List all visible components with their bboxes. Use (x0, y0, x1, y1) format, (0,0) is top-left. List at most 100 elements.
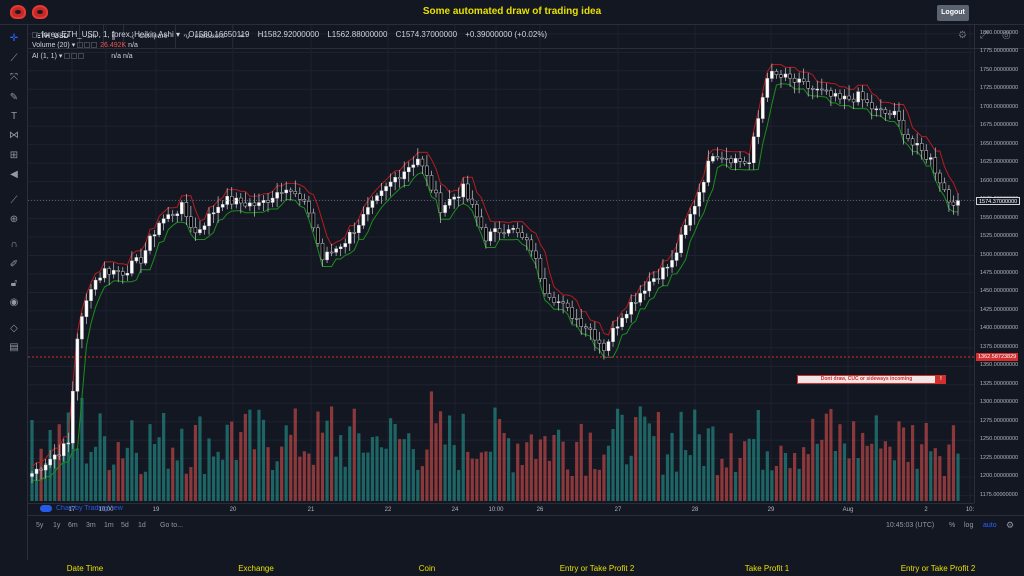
candle-body (329, 251, 334, 254)
current-price-tag: 1574.37000000 (976, 196, 1021, 205)
percent-toggle[interactable]: % (949, 522, 955, 529)
pattern-icon[interactable]: ⋈ (7, 129, 21, 143)
footer-date-time: Date Time (66, 564, 104, 573)
lock-icon[interactable]: 🔓︎ (7, 277, 21, 291)
volume-bar (911, 425, 915, 501)
volume-bar (888, 446, 892, 501)
alert-badge[interactable]: ! (936, 375, 946, 384)
layers-icon[interactable]: ◇ (7, 322, 21, 336)
price-tick-label: 1525.00000000 (980, 233, 1019, 240)
zoom-in-icon[interactable]: ⊕ (7, 213, 21, 227)
volume-bar (325, 420, 329, 501)
candle-body (915, 143, 919, 146)
crosshair-icon[interactable]: ✛ (7, 32, 21, 46)
candle-body (511, 227, 515, 230)
candle-body (951, 201, 956, 206)
range-5d[interactable]: 5d (121, 522, 129, 529)
range-1d[interactable]: 1d (138, 522, 146, 529)
goto-button[interactable]: Go to... (160, 522, 183, 529)
prediction-icon[interactable]: ⊞ (7, 149, 21, 163)
study-remove-icon[interactable] (91, 42, 98, 49)
volume-bar (656, 412, 661, 501)
fib-tool-icon[interactable]: ⤧ (7, 71, 21, 85)
study-remove-icon[interactable] (78, 53, 85, 60)
range-1m[interactable]: 1m (104, 522, 114, 529)
candle-body (506, 229, 511, 234)
volume-bar (429, 391, 434, 501)
price-tick-label: 1775.00000000 (980, 48, 1019, 55)
candle-body (792, 77, 797, 83)
study-visibility-icon[interactable] (77, 42, 84, 49)
footer-bar: Date Time Exchange Coin Entry or Take Pr… (0, 560, 1024, 576)
candle-body (39, 468, 43, 471)
volume-bar (615, 408, 620, 501)
gear-icon[interactable]: ⚙ (1006, 520, 1014, 531)
volume-bar (121, 458, 125, 501)
candle-body (538, 257, 543, 279)
chart-pane[interactable] (28, 25, 974, 503)
ai-label[interactable]: AI (1, 1) (32, 53, 57, 60)
ruler-icon[interactable]: ⟋ (7, 194, 21, 208)
volume-bar (370, 437, 375, 501)
trendline-icon[interactable]: ⟋ (7, 52, 21, 66)
candle-body (429, 175, 434, 191)
price-tick-label: 1750.00000000 (980, 66, 1019, 73)
drawing-toolbar: ✛ ⟋ ⤧ ✎ T ⋈ ⊞ ◀ ⟋ ⊕ ∩ ✐ 🔓︎ ◉ ◇ ▤ (0, 25, 28, 561)
price-chart[interactable] (28, 25, 974, 503)
price-tick-label: 1425.00000000 (980, 306, 1019, 313)
volume-bar (561, 441, 565, 501)
volume-label[interactable]: Volume (20) (32, 42, 70, 49)
magnet-icon[interactable]: ∩ (7, 238, 21, 252)
candle-body (98, 277, 102, 281)
volume-bar (484, 451, 488, 501)
volume-bar (252, 449, 257, 501)
series-menu-icon[interactable]: ▾ (176, 30, 180, 39)
study-settings-icon[interactable] (71, 53, 78, 60)
text-tool-icon[interactable]: T (7, 110, 21, 124)
price-axis[interactable]: 1800.00000000 1775.00000000 1750.00000000 1… (974, 25, 1024, 503)
study-visibility-icon[interactable] (64, 53, 71, 60)
auto-toggle[interactable]: auto (983, 522, 997, 529)
volume-bar (57, 424, 61, 501)
volume-bar (520, 465, 524, 501)
back-arrow-icon[interactable]: ◀ (7, 168, 21, 182)
range-6m[interactable]: 6m (68, 522, 78, 529)
volume-bar (148, 424, 152, 501)
upper-band-line (31, 64, 959, 468)
candle-body (384, 186, 388, 192)
volume-bar (366, 452, 370, 501)
candle-body (184, 202, 189, 217)
alert-price-tag[interactable]: 1362.58723829 (976, 353, 1019, 362)
range-1y[interactable]: 1y (53, 522, 60, 529)
study-menu-icon[interactable]: ▾ (72, 42, 76, 49)
alert-label[interactable]: Dont draw, CUC or sideways incoming (797, 375, 936, 384)
candle-body (942, 182, 947, 190)
time-axis[interactable]: 17 10:00 19 20 21 22 24 10:00 26 27 28 29 Aug 2 10: (28, 503, 974, 515)
volume-bar (802, 447, 806, 501)
range-3m[interactable]: 3m (86, 522, 96, 529)
candle-body (810, 88, 815, 90)
candle-body (107, 268, 111, 275)
range-5y[interactable]: 5y (36, 522, 43, 529)
study-menu-icon[interactable]: ▾ (59, 53, 63, 60)
log-toggle[interactable]: log (964, 522, 973, 529)
clock[interactable]: 10:45:03 (UTC) (886, 522, 934, 529)
candle-body (788, 73, 792, 79)
study-settings-icon[interactable] (84, 42, 91, 49)
volume-bar (379, 447, 384, 501)
ai-value-2: n/a (122, 53, 133, 60)
candle-body (157, 222, 161, 235)
series-visibility-icon[interactable] (32, 31, 38, 38)
series-title[interactable]: forex:ETH_USD, 1, forex, Heikin Ashi (41, 30, 174, 39)
candle-body (121, 271, 125, 276)
logout-button[interactable]: Logout (937, 5, 969, 21)
trash-icon[interactable]: ▤ (7, 341, 21, 355)
brush-icon[interactable]: ✎ (7, 91, 21, 105)
eye-icon[interactable]: ◉ (7, 296, 21, 310)
time-tick-label: 24 (451, 507, 459, 513)
volume-bar (738, 458, 742, 501)
volume-bar (225, 424, 229, 501)
candle-body (66, 442, 71, 445)
lock-drawing-icon[interactable]: ✐ (7, 258, 21, 272)
volume-bar (62, 454, 66, 501)
